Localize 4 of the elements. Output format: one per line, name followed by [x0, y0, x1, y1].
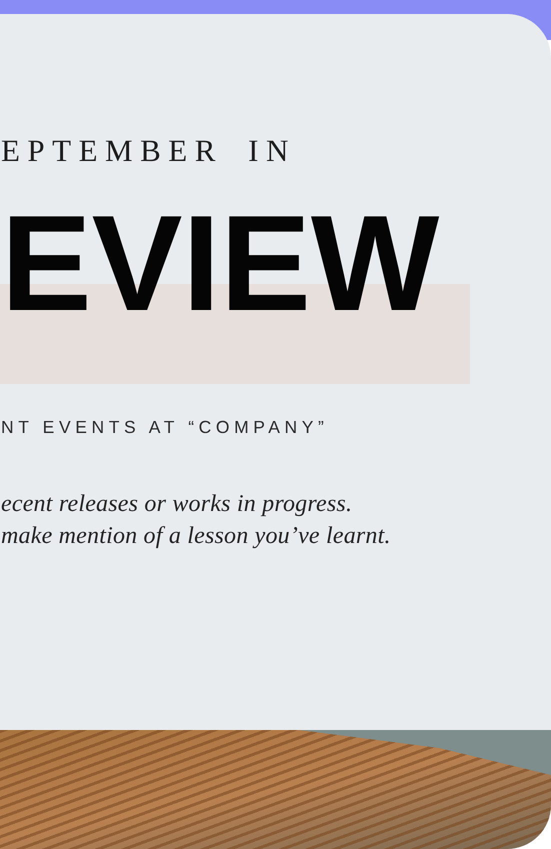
- subheading-text: NT EVENTS AT “COMPANY”: [1, 417, 328, 438]
- kicker-text: EPTEMBER IN: [1, 133, 296, 169]
- headline-text: EVIEW: [1, 195, 440, 331]
- body-paragraph: ecent releases or works in progress. make mention of a lesson you’ve learnt.: [1, 490, 391, 551]
